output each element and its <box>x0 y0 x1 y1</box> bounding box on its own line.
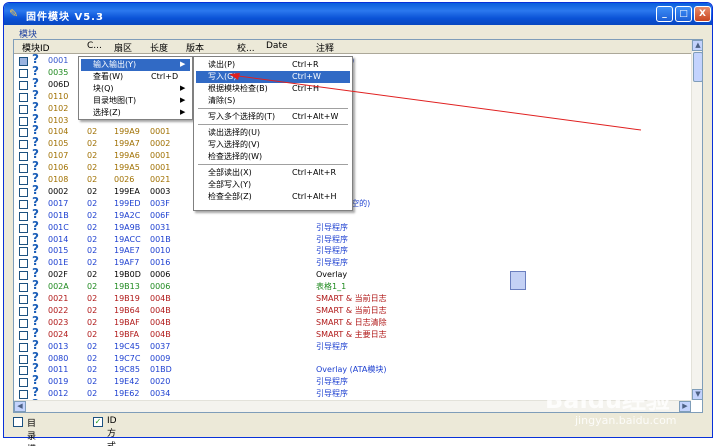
annotation-line <box>230 74 642 131</box>
annotation-arrowhead <box>229 73 240 80</box>
watermark-url: jingyan.baidu.com <box>575 414 677 427</box>
watermark-logo: Baidu经验 <box>545 386 670 414</box>
